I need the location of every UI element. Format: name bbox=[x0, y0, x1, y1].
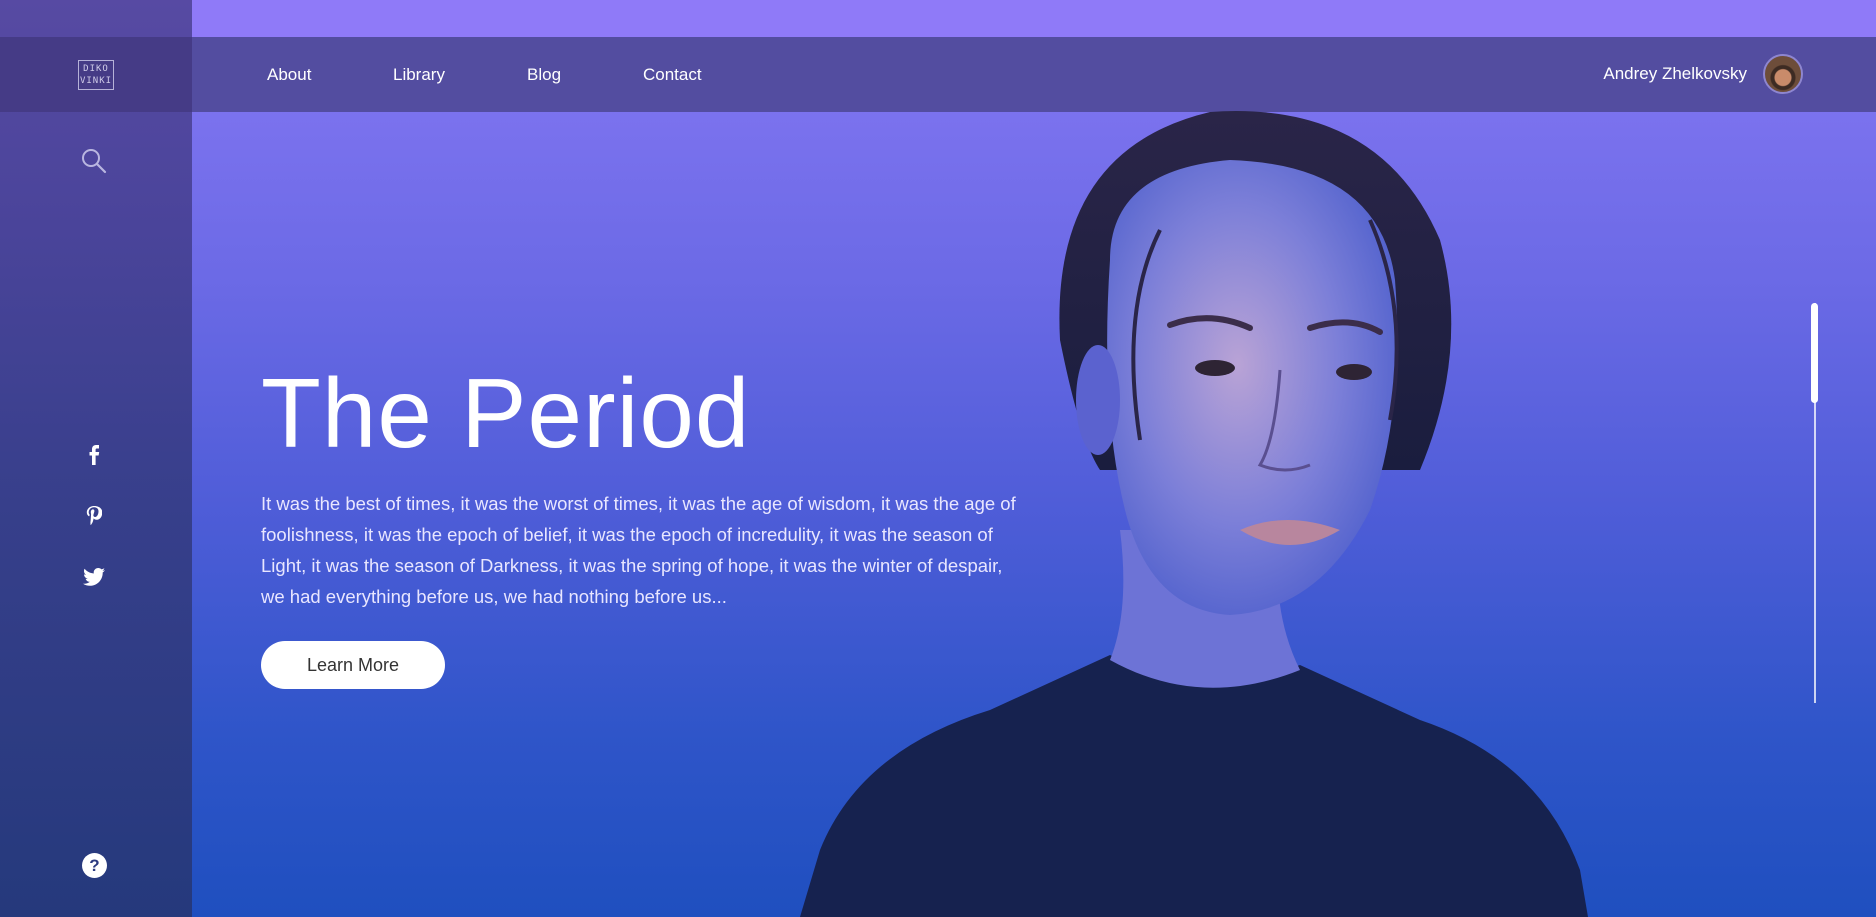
help-icon[interactable]: ? bbox=[82, 853, 107, 878]
nav-library[interactable]: Library bbox=[393, 65, 445, 85]
logo-text-top: DIKO bbox=[83, 63, 109, 74]
help-glyph: ? bbox=[89, 855, 100, 875]
avatar[interactable] bbox=[1763, 54, 1803, 94]
hero-title: The Period bbox=[261, 358, 751, 468]
pinterest-icon[interactable] bbox=[82, 506, 106, 526]
scroll-thumb[interactable] bbox=[1811, 303, 1818, 403]
user-name[interactable]: Andrey Zhelkovsky bbox=[1603, 64, 1747, 84]
logo[interactable]: DIKO VINKI bbox=[78, 59, 114, 90]
top-navbar: About Library Blog Contact Andrey Zhelko… bbox=[192, 37, 1876, 112]
twitter-icon[interactable] bbox=[82, 567, 106, 587]
top-strip bbox=[192, 0, 1876, 37]
logo-text-bottom: VINKI bbox=[79, 75, 113, 86]
learn-more-button[interactable]: Learn More bbox=[261, 641, 445, 689]
nav-contact[interactable]: Contact bbox=[643, 65, 702, 85]
nav-about[interactable]: About bbox=[267, 65, 311, 85]
social-links bbox=[82, 445, 106, 587]
hero-text: It was the best of times, it was the wor… bbox=[261, 493, 1016, 607]
search-icon[interactable] bbox=[80, 147, 108, 180]
sidebar: DIKO VINKI ? bbox=[0, 0, 192, 917]
facebook-icon[interactable] bbox=[82, 445, 106, 465]
logo-block: DIKO VINKI bbox=[0, 37, 192, 112]
nav-blog[interactable]: Blog bbox=[527, 65, 561, 85]
